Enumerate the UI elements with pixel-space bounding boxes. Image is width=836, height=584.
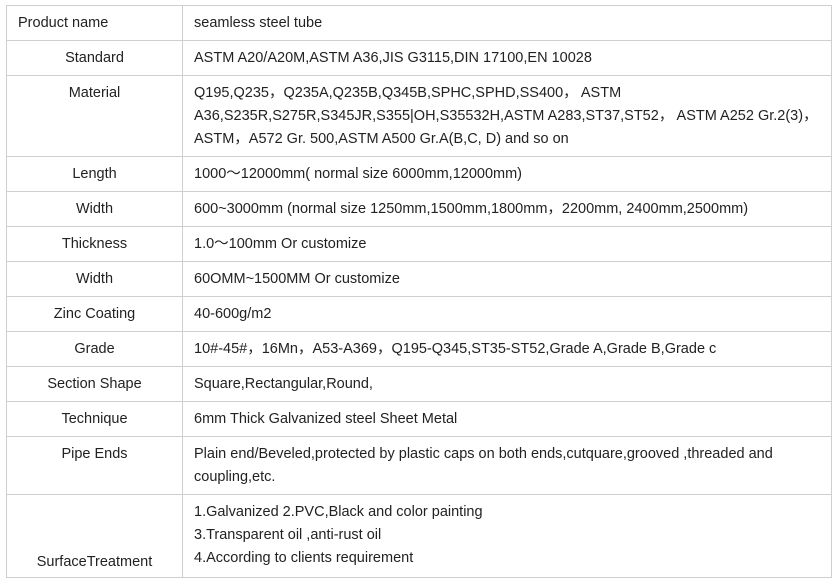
table-row: SurfaceTreatment 1.Galvanized 2.PVC,Blac… <box>6 494 832 578</box>
row-value: 600~3000mm (normal size 1250mm,1500mm,18… <box>182 191 832 227</box>
value-line: ASTM，A572 Gr. 500,ASTM A500 Gr.A(B,C, D)… <box>194 131 569 147</box>
row-label: Width <box>6 261 183 297</box>
row-label: Thickness <box>6 226 183 262</box>
row-label: Section Shape <box>6 366 183 402</box>
row-value: 40-600g/m2 <box>182 296 832 332</box>
table-row: Material Q195,Q235，Q235A,Q235B,Q345B,SPH… <box>6 75 832 157</box>
value-line: Q195,Q235，Q235A,Q235B,Q345B,SPHC,SPHD,SS… <box>194 85 622 101</box>
row-value: Q195,Q235，Q235A,Q235B,Q345B,SPHC,SPHD,SS… <box>182 75 832 157</box>
table-row: Width 60OMM~1500MM Or customize <box>6 261 832 297</box>
row-label: Standard <box>6 40 183 76</box>
value-line: A36,S235R,S275R,S345JR,S355|OH,S35532H,A… <box>194 108 818 124</box>
value-line: 3.Transparent oil ,anti-rust oil <box>194 527 382 543</box>
table-row: Product name seamless steel tube <box>6 5 832 41</box>
row-label: Width <box>6 191 183 227</box>
row-value: 1.Galvanized 2.PVC,Black and color paint… <box>182 494 832 578</box>
row-label: Grade <box>6 331 183 367</box>
row-value: 10#-45#，16Mn，A53-A369，Q195-Q345,ST35-ST5… <box>182 331 832 367</box>
product-spec-table: Product name seamless steel tube Standar… <box>6 5 832 578</box>
table-row: Technique 6mm Thick Galvanized steel She… <box>6 401 832 437</box>
row-label: Technique <box>6 401 183 437</box>
table-row: Length 1000～12000mm( normal size 6000mm,… <box>6 156 832 192</box>
row-value: 60OMM~1500MM Or customize <box>182 261 832 297</box>
table-row: Thickness 1.0～100mm Or customize <box>6 226 832 262</box>
table-row: Zinc Coating 40-600g/m2 <box>6 296 832 332</box>
value-line: Plain end/Beveled,protected by plastic c… <box>194 446 773 462</box>
table-row: Grade 10#-45#，16Mn，A53-A369，Q195-Q345,ST… <box>6 331 832 367</box>
value-line: 4.According to clients requirement <box>194 550 414 566</box>
row-label: Length <box>6 156 183 192</box>
table-row: Width 600~3000mm (normal size 1250mm,150… <box>6 191 832 227</box>
row-value: seamless steel tube <box>182 5 832 41</box>
row-value: 1.0～100mm Or customize <box>182 226 832 262</box>
row-label: Zinc Coating <box>6 296 183 332</box>
row-value: Square,Rectangular,Round, <box>182 366 832 402</box>
row-label: Pipe Ends <box>6 436 183 495</box>
row-value: 1000～12000mm( normal size 6000mm,12000mm… <box>182 156 832 192</box>
table-row: Pipe Ends Plain end/Beveled,protected by… <box>6 436 832 495</box>
table-row: Section Shape Square,Rectangular,Round, <box>6 366 832 402</box>
row-label: SurfaceTreatment <box>6 494 183 578</box>
value-line: 1.Galvanized 2.PVC,Black and color paint… <box>194 504 483 520</box>
row-value: Plain end/Beveled,protected by plastic c… <box>182 436 832 495</box>
row-label: Material <box>6 75 183 157</box>
value-line: coupling,etc. <box>194 469 276 485</box>
row-value: 6mm Thick Galvanized steel Sheet Metal <box>182 401 832 437</box>
row-value: ASTM A20/A20M,ASTM A36,JIS G3115,DIN 171… <box>182 40 832 76</box>
row-label: Product name <box>6 5 183 41</box>
table-row: Standard ASTM A20/A20M,ASTM A36,JIS G311… <box>6 40 832 76</box>
